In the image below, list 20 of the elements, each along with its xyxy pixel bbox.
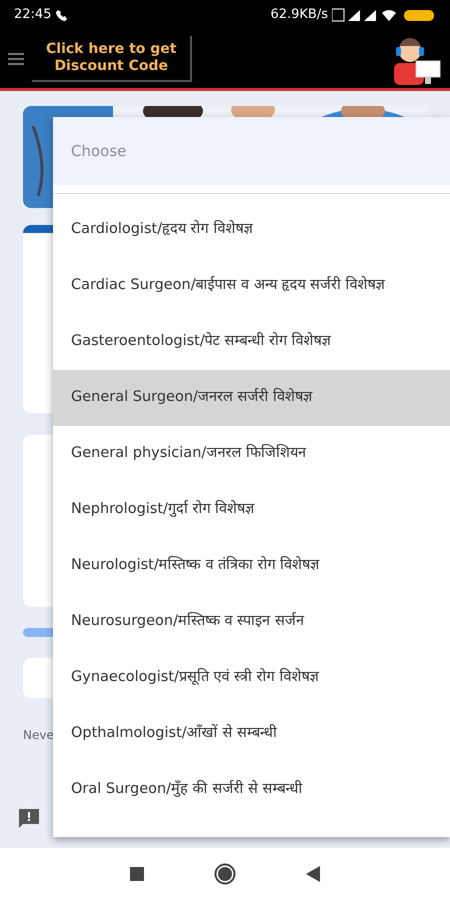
- dropdown-option[interactable]: General Surgeon/जनरल सर्जरी विशेषज्ञ: [53, 370, 450, 426]
- dropdown-option[interactable]: Opthalmologist/आँखों से सम्बन्धी: [53, 706, 450, 762]
- dropdown-option[interactable]: Cardiac Surgeon/बाईपास व अन्य हृदय सर्जरी विशेषज्ञ: [53, 258, 450, 314]
- dropdown-option[interactable]: Oral Surgeon/मुँह की सर्जरी से सम्बन्धी: [53, 762, 450, 818]
- dropdown-option[interactable]: Gynaecologist/प्रसूति एवं स्त्री रोग विशेषज्ञ: [53, 650, 450, 706]
- dropdown-option[interactable]: Cardiologist/हृदय रोग विशेषज्ञ: [53, 202, 450, 258]
- dropdown-option[interactable]: General physician/जनरल फिजिशियन: [53, 426, 450, 482]
- menu-icon[interactable]: [8, 52, 24, 66]
- footer-text: Neve: [23, 727, 54, 744]
- feedback-icon[interactable]: [17, 806, 41, 830]
- dropdown-option[interactable]: Nephrologist/गुर्दा रोग विशेषज्ञ: [53, 482, 450, 538]
- phone-icon: [55, 8, 70, 22]
- home-icon[interactable]: [214, 863, 236, 885]
- clock-time: 22:45: [14, 6, 52, 24]
- dropdown-option[interactable]: Neurosurgeon/मस्तिष्क व स्पाइन सर्जन: [53, 594, 450, 650]
- dropdown-option[interactable]: Gasteroentologist/पेट सम्बन्धी रोग विशेषज्ञ: [53, 314, 450, 370]
- dropdown-option[interactable]: Neurologist/मस्तिष्क व तंत्रिका रोग विशेषज्ञ: [53, 538, 450, 594]
- back-icon[interactable]: [306, 866, 320, 882]
- discount-code-button[interactable]: Click here to get Discount Code: [32, 36, 192, 82]
- network-speed: 62.9KB/s: [270, 6, 328, 24]
